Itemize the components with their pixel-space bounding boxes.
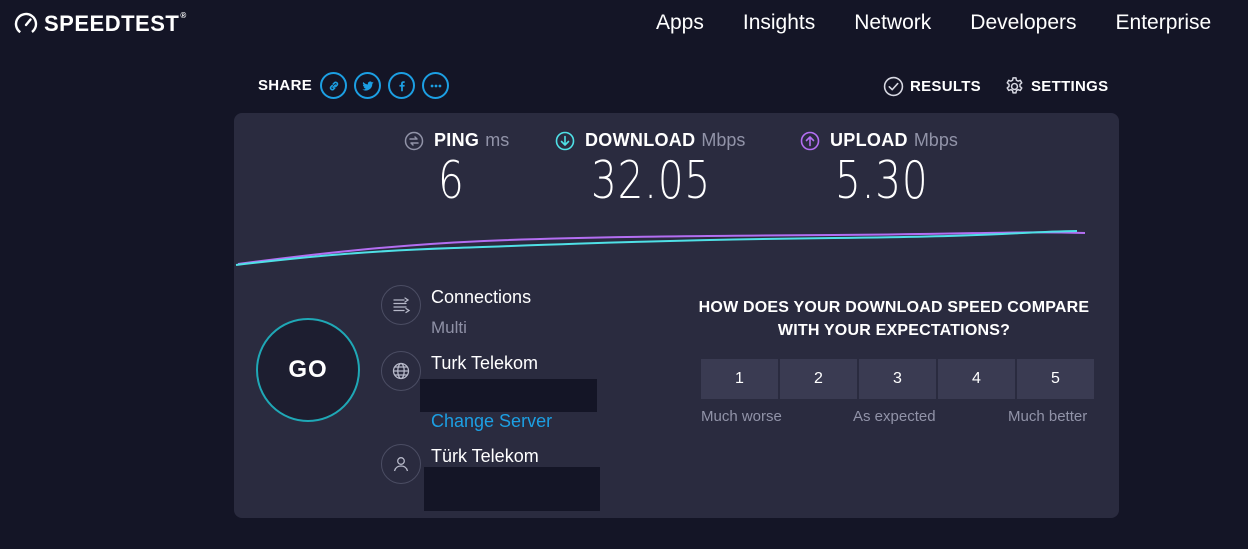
rating-2-button[interactable]: 2 [780, 359, 857, 399]
rating-5-button[interactable]: 5 [1017, 359, 1094, 399]
scale-mid-label: As expected [853, 408, 936, 425]
download-label: DOWNLOAD [585, 130, 696, 150]
ping-unit: ms [485, 130, 510, 150]
nav-enterprise[interactable]: Enterprise [1116, 11, 1212, 35]
go-button[interactable]: GO [256, 318, 360, 422]
check-circle-icon [883, 76, 904, 97]
upload-unit: Mbps [913, 130, 958, 150]
provider-name: Türk Telekom [431, 446, 539, 466]
nav-network[interactable]: Network [854, 11, 931, 35]
share-bar: SHARE [258, 72, 456, 99]
ping-metric: PING ms 6 [404, 130, 509, 211]
result-panel: PING ms 6 DOWNLOAD Mbps 32.05 UPLOAD Mbp… [234, 113, 1119, 518]
link-icon[interactable] [320, 72, 348, 99]
more-icon[interactable] [422, 72, 450, 99]
download-unit: Mbps [701, 130, 746, 150]
ping-icon [404, 131, 424, 150]
share-label: SHARE [258, 77, 313, 94]
rating-1-button[interactable]: 1 [701, 359, 778, 399]
logo-text: SPEEDTEST® [44, 11, 187, 36]
twitter-icon[interactable] [354, 72, 382, 99]
download-metric: DOWNLOAD Mbps 32.05 [555, 130, 745, 211]
settings-label: SETTINGS [1031, 78, 1109, 95]
facebook-icon[interactable] [388, 72, 416, 99]
change-server-link[interactable]: Change Server [431, 411, 552, 432]
rating-scale: 1 2 3 4 5 [701, 359, 1094, 399]
ping-value: 6 [438, 151, 465, 211]
main-nav: Apps Insights Network Developers Enterpr… [656, 11, 1248, 35]
scale-high-label: Much better [1008, 408, 1088, 425]
results-label: RESULTS [910, 78, 981, 95]
survey-question: HOW DOES YOUR DOWNLOAD SPEED COMPARE WIT… [698, 299, 1090, 339]
upload-label: UPLOAD [830, 130, 908, 150]
upload-value: 5.30 [835, 151, 929, 211]
connections-title: Connections [431, 287, 532, 307]
upload-icon [800, 131, 820, 150]
results-button[interactable]: RESULTS [883, 76, 981, 97]
gear-icon [1006, 77, 1023, 94]
redacted-server-location [420, 379, 597, 412]
upload-metric: UPLOAD Mbps 5.30 [800, 130, 958, 211]
top-bar: SPEEDTEST® Apps Insights Network Develop… [0, 0, 1248, 50]
speedtest-logo[interactable]: SPEEDTEST® [14, 11, 187, 37]
upload-graph-line [237, 231, 1086, 265]
rating-4-button[interactable]: 4 [938, 359, 1015, 399]
nav-apps[interactable]: Apps [656, 11, 704, 35]
speedometer-icon [14, 12, 38, 36]
connections-icon [381, 285, 421, 325]
download-value: 32.05 [591, 151, 712, 211]
rating-3-button[interactable]: 3 [859, 359, 936, 399]
nav-insights[interactable]: Insights [743, 11, 815, 35]
settings-button[interactable]: SETTINGS [1004, 76, 1108, 97]
redacted-provider-ip [424, 467, 600, 511]
user-icon [381, 444, 421, 484]
ping-label: PING [434, 130, 480, 150]
scale-low-label: Much worse [701, 408, 782, 425]
nav-developers[interactable]: Developers [970, 11, 1076, 35]
download-icon [555, 131, 575, 150]
connections-value: Multi [431, 318, 467, 337]
server-name: Turk Telekom [431, 353, 539, 373]
speed-graph [235, 230, 1086, 266]
go-label: GO [288, 356, 328, 383]
globe-icon [381, 351, 421, 391]
